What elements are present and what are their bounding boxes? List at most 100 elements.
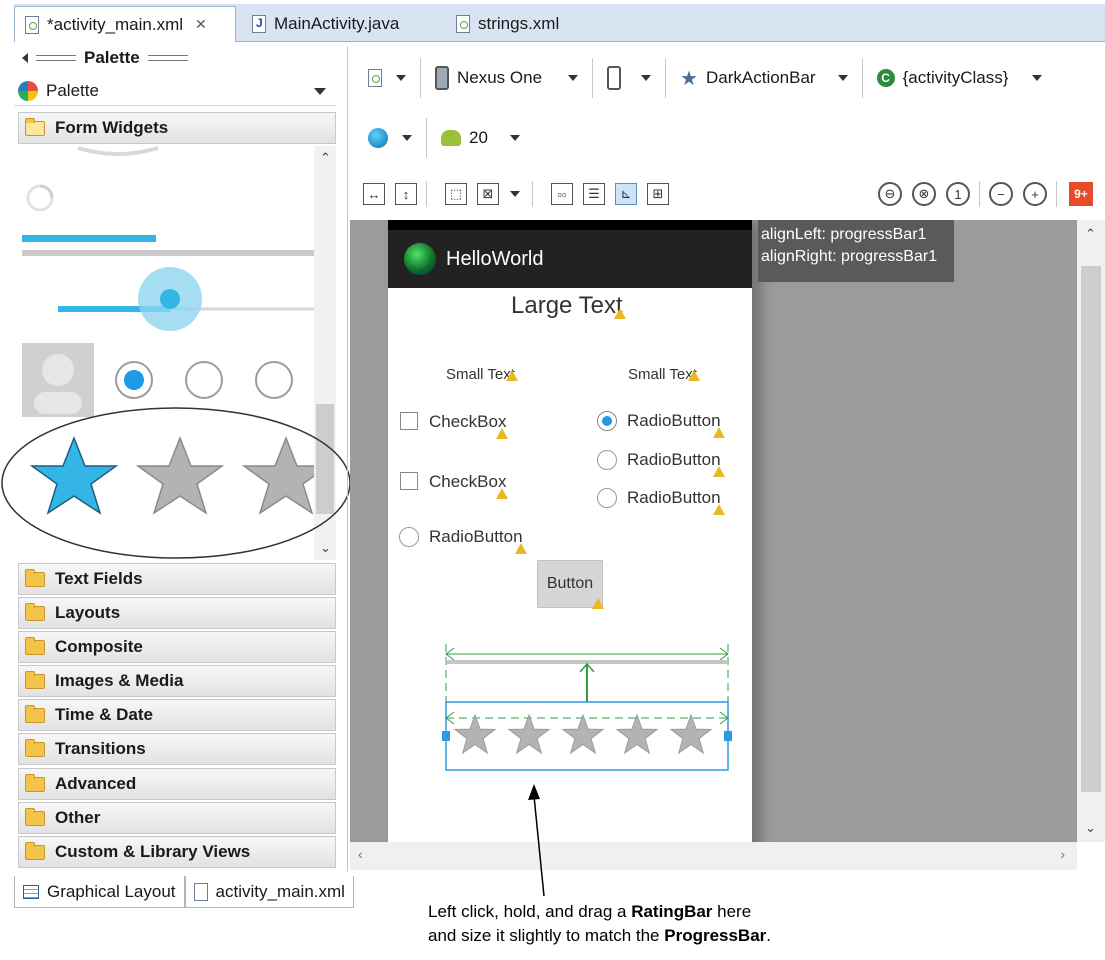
folder-icon [25, 602, 45, 621]
canvas-vertical-scrollbar[interactable]: ⌃ ⌄ [1077, 220, 1105, 842]
palette-mode-select[interactable]: Palette [14, 76, 336, 106]
palette-icon [18, 80, 38, 101]
collapse-left-icon[interactable] [22, 53, 28, 63]
category-text-fields[interactable]: Text Fields [18, 563, 336, 595]
theme-dropdown[interactable]: ★ DarkActionBar [670, 58, 858, 98]
layout-canvas[interactable]: HelloWorld Large Text Small Text Small T… [350, 220, 1077, 842]
category-advanced[interactable]: Advanced [18, 768, 336, 800]
checkbox-2-label: CheckBox [429, 472, 507, 491]
chevron-up-icon[interactable]: ⌃ [320, 150, 331, 165]
locale-dropdown[interactable] [358, 118, 422, 158]
radio-button-right-2[interactable] [597, 450, 617, 470]
tooltip-line: alignRight: progressBar1 [761, 248, 938, 265]
orientation-dropdown[interactable] [597, 58, 661, 98]
tab-strings-xml[interactable]: strings.xml [446, 6, 596, 42]
resize-handle-right[interactable] [724, 731, 732, 741]
close-icon[interactable]: ✕ [195, 16, 207, 33]
radio-button-left[interactable] [399, 527, 419, 547]
category-label: Composite [55, 637, 143, 656]
chevron-down-icon [509, 135, 520, 141]
radio-button-right-1[interactable] [597, 411, 617, 431]
seekbar-thumb[interactable] [160, 289, 180, 309]
tab-main-activity-java[interactable]: MainActivity.java [242, 6, 432, 42]
chevron-down-icon [641, 75, 652, 81]
api-level-dropdown[interactable]: 20 [431, 118, 530, 158]
tab-activity-main-xml-source[interactable]: activity_main.xml [184, 876, 354, 908]
phone-icon [435, 66, 449, 90]
category-custom-library-views[interactable]: Custom & Library Views [18, 836, 336, 868]
chevron-down-icon [837, 75, 848, 81]
chevron-down-icon [396, 75, 406, 81]
activity-dropdown[interactable]: C {activityClass} [867, 58, 1053, 98]
chevron-right-icon[interactable]: › [1060, 846, 1065, 862]
checkbox-1[interactable] [400, 412, 418, 430]
folder-icon [25, 670, 45, 689]
tab-graphical-layout[interactable]: Graphical Layout [14, 876, 185, 908]
radio-button-right-3-label: RadioButton [627, 488, 721, 507]
device-dropdown[interactable]: Nexus One [425, 58, 588, 98]
annotation-text: Left click, hold, and drag a RatingBar h… [428, 900, 928, 948]
toggle-width-icon[interactable]: ↔ [363, 183, 385, 205]
zoom-out-icon[interactable]: − [989, 182, 1013, 206]
category-label: Layouts [55, 603, 121, 622]
zoom-best-icon[interactable]: ⊗ [912, 182, 936, 206]
category-label: Advanced [55, 774, 137, 793]
folder-icon [25, 636, 45, 655]
rating-bar-widget[interactable] [453, 713, 713, 755]
chevron-left-icon[interactable]: ‹ [358, 846, 363, 862]
chevron-down-icon[interactable] [314, 88, 326, 95]
baseline-icon[interactable]: ☰ [583, 183, 605, 205]
category-images-media[interactable]: Images & Media [18, 665, 336, 697]
margins-icon[interactable]: ⬚ [445, 183, 467, 205]
progress-large-preview[interactable] [77, 146, 159, 156]
distribute-weights-icon[interactable]: ▫▫ [551, 183, 573, 205]
annotation-line-1: Left click, hold, and drag a RatingBar h… [428, 902, 752, 921]
xml-source-icon [193, 882, 208, 901]
folder-icon [25, 738, 45, 757]
tab-label: activity_main.xml [215, 881, 345, 901]
resize-handle-left[interactable] [442, 731, 450, 741]
locale-api-toolbar: 20 [358, 112, 530, 164]
small-text-view-1[interactable]: Small Text [446, 366, 515, 383]
panel-divider[interactable] [347, 46, 348, 872]
checkbox-2[interactable] [400, 472, 418, 490]
folder-icon [25, 704, 45, 723]
folder-icon [25, 773, 45, 792]
tab-activity-main-xml[interactable]: *activity_main.xml ✕ [14, 6, 236, 42]
small-text-view-2[interactable]: Small Text [628, 366, 697, 383]
toggle-height-icon[interactable]: ↕ [395, 183, 417, 205]
chevron-down-icon[interactable] [510, 191, 520, 197]
category-label: Images & Media [55, 671, 184, 690]
config-file-dropdown[interactable] [358, 58, 416, 98]
drag-handle-icon[interactable] [147, 55, 188, 61]
annotation-line-2: and size it slightly to match the Progre… [428, 926, 772, 945]
category-layouts[interactable]: Layouts [18, 597, 336, 629]
category-other[interactable]: Other [18, 802, 336, 834]
zoom-actual-icon[interactable]: 1 [946, 182, 970, 206]
large-text-view[interactable]: Large Text [511, 292, 623, 320]
notification-badge[interactable]: 9+ [1069, 182, 1093, 206]
category-transitions[interactable]: Transitions [18, 733, 336, 765]
gravity-icon[interactable]: ⊠ [477, 183, 499, 205]
folder-icon [25, 568, 45, 587]
expand-icon[interactable]: ⊞ [647, 183, 669, 205]
warning-icon [496, 488, 508, 499]
canvas-horizontal-scrollbar[interactable]: ‹ › [350, 842, 1077, 870]
chevron-up-icon[interactable]: ⌃ [1085, 226, 1096, 241]
progress-horizontal-preview[interactable] [22, 235, 156, 242]
zoom-fit-icon[interactable]: ⊖ [878, 182, 902, 206]
highlight-ellipse [1, 407, 351, 559]
radio-button-right-3[interactable] [597, 488, 617, 508]
chevron-down-icon[interactable]: ⌄ [1085, 820, 1096, 835]
android-icon [441, 130, 461, 146]
scrollbar-thumb[interactable] [1081, 266, 1101, 792]
warning-icon [515, 543, 527, 554]
category-time-date[interactable]: Time & Date [18, 699, 336, 731]
app-title: HelloWorld [446, 247, 544, 270]
zoom-in-icon[interactable]: + [1023, 182, 1047, 206]
align-to-parent-icon[interactable]: ⊾ [615, 183, 637, 205]
java-file-icon [252, 15, 266, 33]
drag-handle-icon[interactable] [36, 55, 76, 61]
category-composite[interactable]: Composite [18, 631, 336, 663]
category-form-widgets[interactable]: Form Widgets [18, 112, 336, 144]
